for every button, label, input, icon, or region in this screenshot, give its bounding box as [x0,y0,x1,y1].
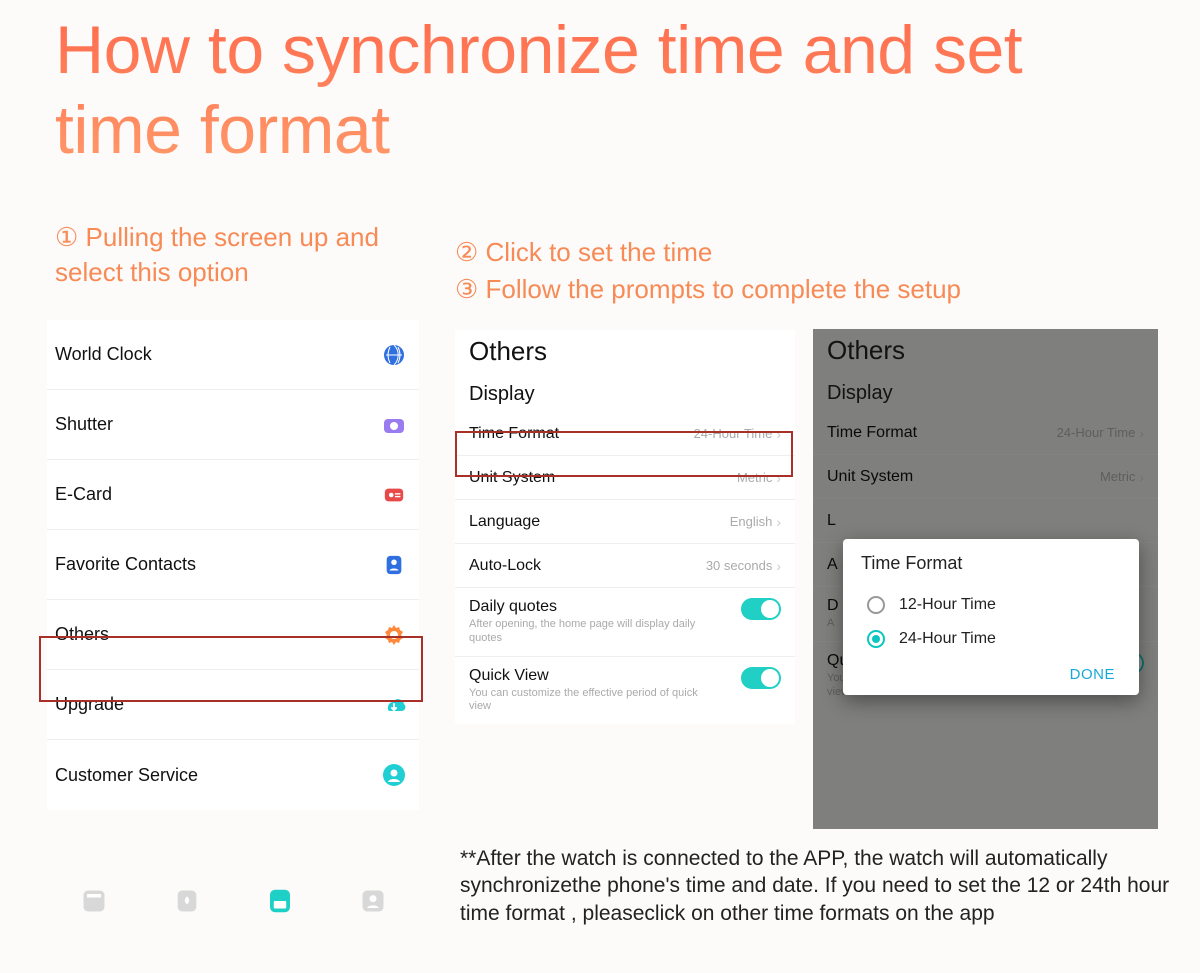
radio-unchecked-icon [867,596,885,614]
menu-item-label: Favorite Contacts [55,554,196,575]
setting-language[interactable]: Language English› [455,500,795,544]
setting-value: English› [730,514,781,530]
app-menu-list: World Clock Shutter E-Card Favorite Cont… [47,320,419,810]
settings-panel-dimmed: Others Display Time Format 24-Hour Time›… [813,329,1158,829]
menu-item-ecard[interactable]: E-Card [47,460,419,530]
chevron-right-icon: › [776,426,781,442]
contacts-icon [381,552,407,578]
chevron-right-icon: › [776,514,781,530]
page-title: How to synchronize time and set time for… [55,10,1155,170]
chevron-right-icon: › [776,470,781,486]
menu-item-label: E-Card [55,484,112,505]
nav-icon-4[interactable] [358,886,388,916]
bg-row: Time Format 24-Hour Time› [813,411,1158,455]
menu-item-others[interactable]: Others [47,600,419,670]
dialog-option-label: 12-Hour Time [899,596,996,614]
setting-value: Metric› [737,470,781,486]
setting-daily-quotes[interactable]: Daily quotes After opening, the home pag… [455,588,795,657]
menu-item-shutter[interactable]: Shutter [47,390,419,460]
bottom-nav [47,880,419,916]
setting-value: 30 seconds› [706,558,781,574]
menu-item-label: Others [55,624,109,645]
menu-item-label: Shutter [55,414,113,435]
camera-icon [381,412,407,438]
bg-row: L [813,499,1158,543]
cloud-download-icon [381,692,407,718]
dialog-done-button[interactable]: DONE [861,656,1121,685]
gear-icon [381,622,407,648]
setting-label: Auto-Lock [469,557,541,575]
setting-auto-lock[interactable]: Auto-Lock 30 seconds› [455,544,795,588]
settings-section-bg: Display [813,368,1158,411]
menu-item-customer-service[interactable]: Customer Service [47,740,419,810]
toggle-on-icon[interactable] [741,598,781,620]
footnote-text: **After the watch is connected to the AP… [460,845,1170,927]
dialog-option-12h[interactable]: 12-Hour Time [861,588,1121,622]
headset-icon [381,762,407,788]
dialog-title: Time Format [861,553,1121,574]
setting-time-format[interactable]: Time Format 24-Hour Time› [455,412,795,456]
menu-item-label: World Clock [55,344,152,365]
setting-label: Daily quotes [469,598,699,616]
setting-label: Unit System [469,469,555,487]
nav-icon-1[interactable] [79,886,109,916]
settings-section: Display [455,369,795,412]
dialog-option-24h[interactable]: 24-Hour Time [861,622,1121,656]
time-format-dialog: Time Format 12-Hour Time 24-Hour Time DO… [843,539,1139,695]
toggle-on-icon[interactable] [741,667,781,689]
step-3-text: ③ Follow the prompts to complete the set… [455,272,1155,307]
menu-item-label: Upgrade [55,694,124,715]
setting-unit-system[interactable]: Unit System Metric› [455,456,795,500]
setting-label: Time Format [469,425,559,443]
card-icon [381,482,407,508]
nav-icon-2[interactable] [172,886,202,916]
menu-item-upgrade[interactable]: Upgrade [47,670,419,740]
settings-header: Others [455,330,795,369]
step-2-text: ② Click to set the time [455,235,1155,270]
globe-icon [381,342,407,368]
bg-row: Unit System Metric› [813,455,1158,499]
settings-panel: Others Display Time Format 24-Hour Time›… [455,330,795,724]
radio-checked-icon [867,630,885,648]
setting-desc: After opening, the home page will displa… [469,618,699,646]
menu-item-label: Customer Service [55,765,198,786]
settings-header-bg: Others [813,329,1158,368]
menu-item-favorite-contacts[interactable]: Favorite Contacts [47,530,419,600]
setting-label: Language [469,513,540,531]
chevron-right-icon: › [776,558,781,574]
dialog-option-label: 24-Hour Time [899,630,996,648]
step-1-text: ① Pulling the screen up and select this … [55,220,415,290]
setting-quick-view[interactable]: Quick View You can customize the effecti… [455,657,795,725]
menu-item-world-clock[interactable]: World Clock [47,320,419,390]
setting-label: Quick View [469,667,699,685]
setting-value: 24-Hour Time› [694,426,781,442]
setting-desc: You can customize the effective period o… [469,687,699,715]
nav-icon-3-active[interactable] [265,886,295,916]
